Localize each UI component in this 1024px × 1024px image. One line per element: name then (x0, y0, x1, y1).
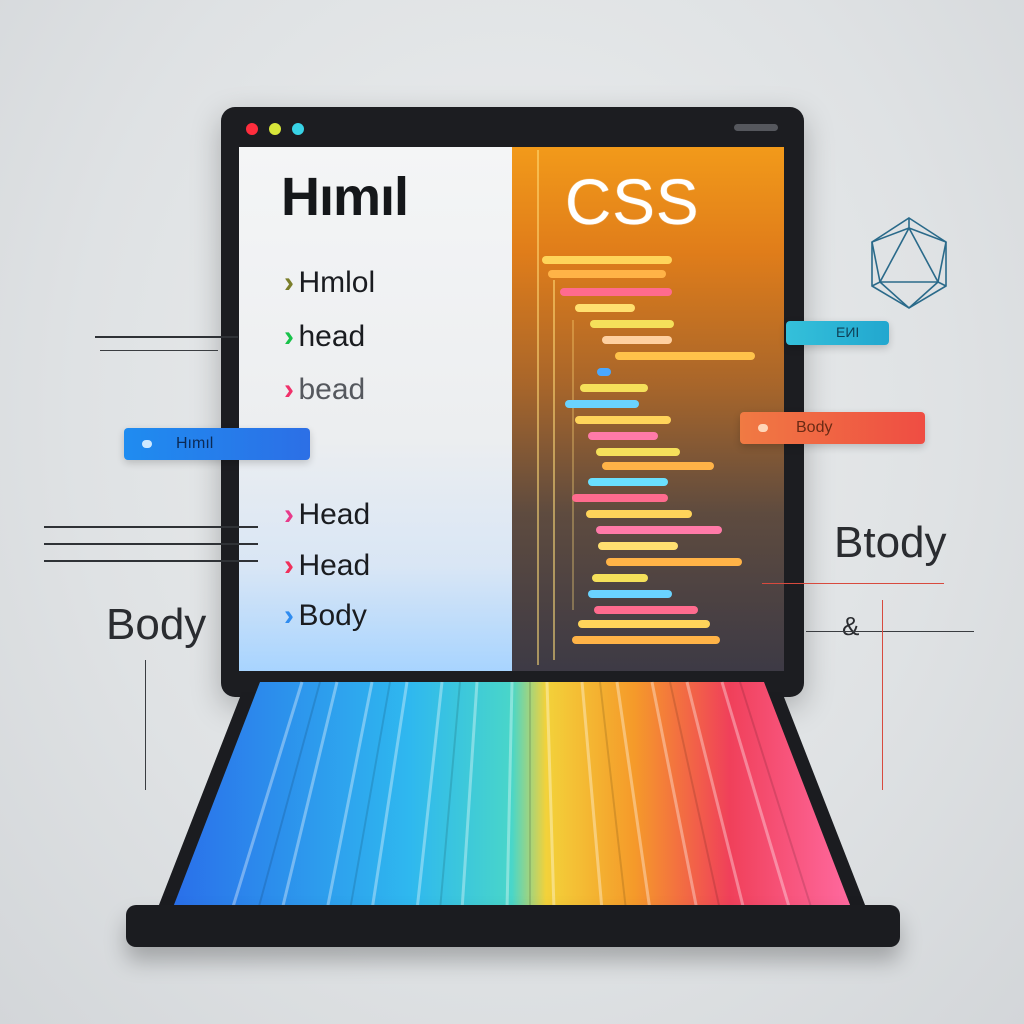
decorative-rule (882, 600, 883, 790)
decorative-rule (762, 583, 944, 584)
window-dot-yellow-icon[interactable] (269, 123, 281, 135)
code-line (592, 574, 648, 582)
html-panel-title: Hımıl (281, 167, 409, 227)
decorative-rule (44, 560, 258, 562)
css-indent-guide (572, 320, 574, 610)
code-line (588, 478, 668, 486)
html-item-row[interactable]: › Head (284, 551, 370, 581)
code-line (598, 542, 678, 550)
html-item-row[interactable]: › bead (284, 375, 365, 405)
decorative-rule (44, 526, 258, 528)
code-line (575, 304, 635, 312)
code-line (580, 384, 648, 392)
floating-body-pill[interactable]: Body (740, 412, 925, 444)
code-line (542, 256, 672, 264)
code-line (602, 336, 672, 344)
css-indent-guide (537, 150, 539, 665)
code-line (606, 558, 742, 566)
ampersand-symbol: & (842, 611, 860, 641)
code-line (548, 270, 666, 278)
code-line (590, 320, 674, 328)
side-text-body: Body (106, 600, 207, 649)
decorative-rule (95, 336, 238, 338)
code-line (565, 400, 639, 408)
window-handle[interactable] (734, 124, 778, 131)
html-item-row[interactable]: › Hmlol (284, 268, 375, 298)
code-line (588, 590, 672, 598)
chevron-right-icon: › (284, 599, 294, 632)
decorative-rule (100, 350, 218, 351)
code-line (572, 636, 720, 644)
code-line (594, 606, 698, 614)
pill-label: ЕИI (836, 324, 860, 340)
chevron-right-icon: › (284, 320, 294, 353)
code-line (596, 526, 722, 534)
chevron-right-icon: › (284, 266, 294, 299)
decorative-rule (145, 660, 146, 790)
code-line (575, 416, 671, 424)
html-item-row[interactable]: › head (284, 322, 365, 352)
css-indent-guide (553, 280, 555, 660)
window-dot-cyan-icon[interactable] (292, 123, 304, 135)
html-item-row[interactable]: › Head (284, 500, 370, 530)
pill-dot-icon (758, 424, 768, 432)
html-item-label: bead (298, 373, 366, 406)
pill-label: Hımıl (176, 435, 214, 452)
floating-cyan-pill[interactable]: ЕИI (786, 321, 889, 345)
code-line (560, 288, 672, 296)
css-panel-title: CSS (565, 166, 700, 238)
laptop-base (126, 905, 900, 947)
code-line (615, 352, 755, 360)
code-line (596, 448, 680, 456)
code-line (602, 462, 714, 470)
html-item-label: Head (298, 549, 371, 582)
code-line (578, 620, 710, 628)
code-line (597, 368, 611, 376)
polyhedron-icon (871, 217, 947, 309)
floating-html-pill[interactable]: Hımıl (124, 428, 310, 460)
window-dot-red-icon[interactable] (246, 123, 258, 135)
chevron-right-icon: › (284, 498, 294, 531)
decorative-rule (44, 543, 258, 545)
code-line (586, 510, 692, 518)
chevron-right-icon: › (284, 549, 294, 582)
chevron-right-icon: › (284, 373, 294, 406)
html-item-row[interactable]: › Body (284, 601, 367, 631)
html-item-label: Body (298, 599, 367, 632)
side-text-btody: Btody (834, 518, 947, 567)
pill-label: Body (796, 419, 833, 436)
html-item-label: Hmlol (298, 266, 376, 299)
html-item-label: head (298, 320, 366, 353)
html-item-label: Head (298, 498, 371, 531)
code-line (588, 432, 658, 440)
decorative-rule (806, 631, 974, 632)
pill-dot-icon (142, 440, 152, 448)
code-line (572, 494, 668, 502)
